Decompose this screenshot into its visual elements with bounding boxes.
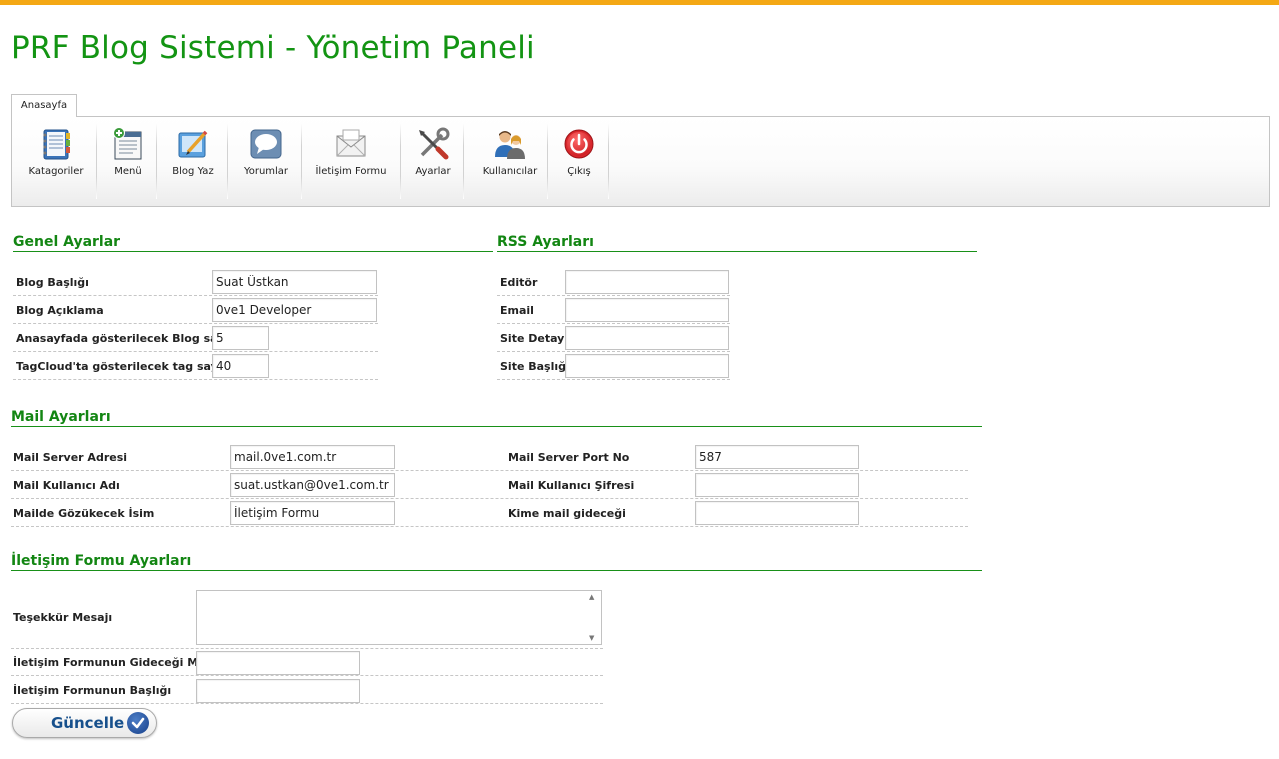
rss-row-editor: Editör: [497, 268, 730, 296]
blog-write-icon: [178, 130, 208, 158]
toolbar-blog-write-button[interactable]: Blog Yaz: [165, 123, 221, 201]
update-button-label: Güncelle: [51, 714, 125, 732]
field-label: Teşekkür Mesajı: [13, 611, 113, 624]
top-accent-bar: [0, 0, 1279, 5]
blog-title-input[interactable]: [212, 270, 377, 294]
toolbar-label: Kullanıcılar: [482, 166, 538, 177]
menu-icon: [113, 127, 142, 160]
general-row-blog-title: Blog Başlığı: [13, 268, 378, 296]
rss-editor-input[interactable]: [565, 270, 729, 294]
mail-port-input[interactable]: [695, 445, 859, 469]
update-button[interactable]: Güncelle: [12, 708, 157, 738]
field-label: Mail Server Port No: [508, 451, 630, 464]
contact-settings-heading: İletişim Formu Ayarları: [11, 553, 982, 571]
contact-form-title-input[interactable]: [196, 679, 360, 703]
mail-row-2: Mail Kullanıcı Adı Mail Kullanıcı Şifres…: [11, 471, 968, 499]
rss-site-title-input[interactable]: [565, 354, 729, 378]
toolbar-label: Katagoriler: [28, 166, 84, 177]
scroll-down-icon[interactable]: ▼: [589, 634, 594, 642]
toolbar-separator: [400, 123, 401, 199]
toolbar-separator: [547, 123, 548, 199]
field-label: Mail Kullanıcı Şifresi: [508, 479, 635, 492]
field-label: Site Başlığı: [500, 360, 570, 373]
mail-settings-heading: Mail Ayarları: [11, 409, 982, 427]
rss-row-site-title: Site Başlığı: [497, 352, 730, 380]
field-label: Blog Başlığı: [16, 276, 89, 289]
contact-row-thanks: Teşekkür Mesajı ▲ ▼: [11, 589, 603, 649]
rss-email-input[interactable]: [565, 298, 729, 322]
rss-row-email: Email: [497, 296, 730, 324]
tag-count-input[interactable]: [212, 354, 269, 378]
mail-password-input[interactable]: [695, 473, 859, 497]
mail-row-1: Mail Server Adresi Mail Server Port No: [11, 443, 968, 471]
comments-icon: [250, 129, 282, 159]
textarea-scrollbar[interactable]: ▲ ▼: [587, 591, 600, 644]
general-settings-heading: Genel Ayarlar: [13, 234, 493, 252]
contact-form-icon: [336, 129, 366, 157]
field-label: Site Detayı: [500, 332, 569, 345]
rss-row-site-detail: Site Detayı: [497, 324, 730, 352]
categories-icon: [43, 129, 70, 160]
contact-row-form-title: İletişim Formunun Başlığı: [11, 676, 603, 704]
general-row-home-count: Anasayfada gösterilecek Blog sayısı: [13, 324, 378, 352]
field-label: Editör: [500, 276, 538, 289]
ribbon-toolbar: Katagoriler Menü Blog Yaz Yorumlar İleti…: [11, 116, 1270, 207]
toolbar-label: Menü: [114, 166, 142, 177]
toolbar-separator: [227, 123, 228, 199]
field-label: TagCloud'ta gösterilecek tag sayısı: [16, 360, 232, 373]
toolbar-settings-button[interactable]: Ayarlar: [409, 123, 457, 201]
rss-site-detail-input[interactable]: [565, 326, 729, 350]
toolbar-separator: [96, 123, 97, 199]
field-label: Mail Kullanıcı Adı: [13, 479, 120, 492]
toolbar-label: İletişim Formu: [315, 166, 387, 177]
users-icon: [495, 131, 525, 159]
mail-server-input[interactable]: [230, 445, 395, 469]
settings-icon: [419, 127, 450, 160]
toolbar-menu-button[interactable]: Menü: [105, 123, 151, 201]
page-title: PRF Blog Sistemi - Yönetim Paneli: [11, 30, 535, 66]
toolbar-separator: [156, 123, 157, 199]
checkmark-icon: [127, 712, 149, 734]
mail-display-name-input[interactable]: [230, 501, 395, 525]
toolbar-label: Yorumlar: [243, 166, 289, 177]
general-row-tag-count: TagCloud'ta gösterilecek tag sayısı: [13, 352, 378, 380]
field-label: Kime mail gideceği: [508, 507, 626, 520]
field-label: İletişim Formunun Başlığı: [13, 684, 172, 697]
rss-settings-heading: RSS Ayarları: [497, 234, 977, 252]
toolbar-categories-button[interactable]: Katagoriler: [24, 123, 88, 201]
toolbar-logout-button[interactable]: Çıkış: [556, 123, 602, 201]
toolbar-separator: [608, 123, 609, 199]
toolbar-label: Blog Yaz: [172, 166, 214, 177]
toolbar-separator: [463, 123, 464, 199]
home-blog-count-input[interactable]: [212, 326, 269, 350]
toolbar-label: Ayarlar: [415, 166, 451, 177]
toolbar-comments-button[interactable]: Yorumlar: [238, 123, 294, 201]
power-icon: [564, 129, 594, 159]
field-label: İletişim Formunun Gideceği Mail: [13, 656, 214, 669]
field-label: Anasayfada gösterilecek Blog sayısı: [16, 332, 239, 345]
toolbar-users-button[interactable]: Kullanıcılar: [474, 123, 546, 201]
contact-target-mail-input[interactable]: [196, 651, 360, 675]
toolbar-contact-form-button[interactable]: İletişim Formu: [312, 123, 390, 201]
blog-description-input[interactable]: [212, 298, 377, 322]
toolbar-label: Çıkış: [567, 166, 591, 177]
field-label: Mailde Gözükecek İsim: [13, 507, 155, 520]
general-row-blog-desc: Blog Açıklama: [13, 296, 378, 324]
mail-row-3: Mailde Gözükecek İsim Kime mail gideceği: [11, 499, 968, 527]
field-label: Email: [500, 304, 534, 317]
tab-anasayfa[interactable]: Anasayfa: [11, 94, 77, 117]
mail-recipient-input[interactable]: [695, 501, 859, 525]
contact-row-target-mail: İletişim Formunun Gideceği Mail: [11, 648, 603, 676]
mail-username-input[interactable]: [230, 473, 395, 497]
scroll-up-icon[interactable]: ▲: [589, 593, 594, 601]
field-label: Mail Server Adresi: [13, 451, 128, 464]
field-label: Blog Açıklama: [16, 304, 104, 317]
thanks-message-textarea[interactable]: [196, 590, 602, 645]
toolbar-separator: [301, 123, 302, 199]
